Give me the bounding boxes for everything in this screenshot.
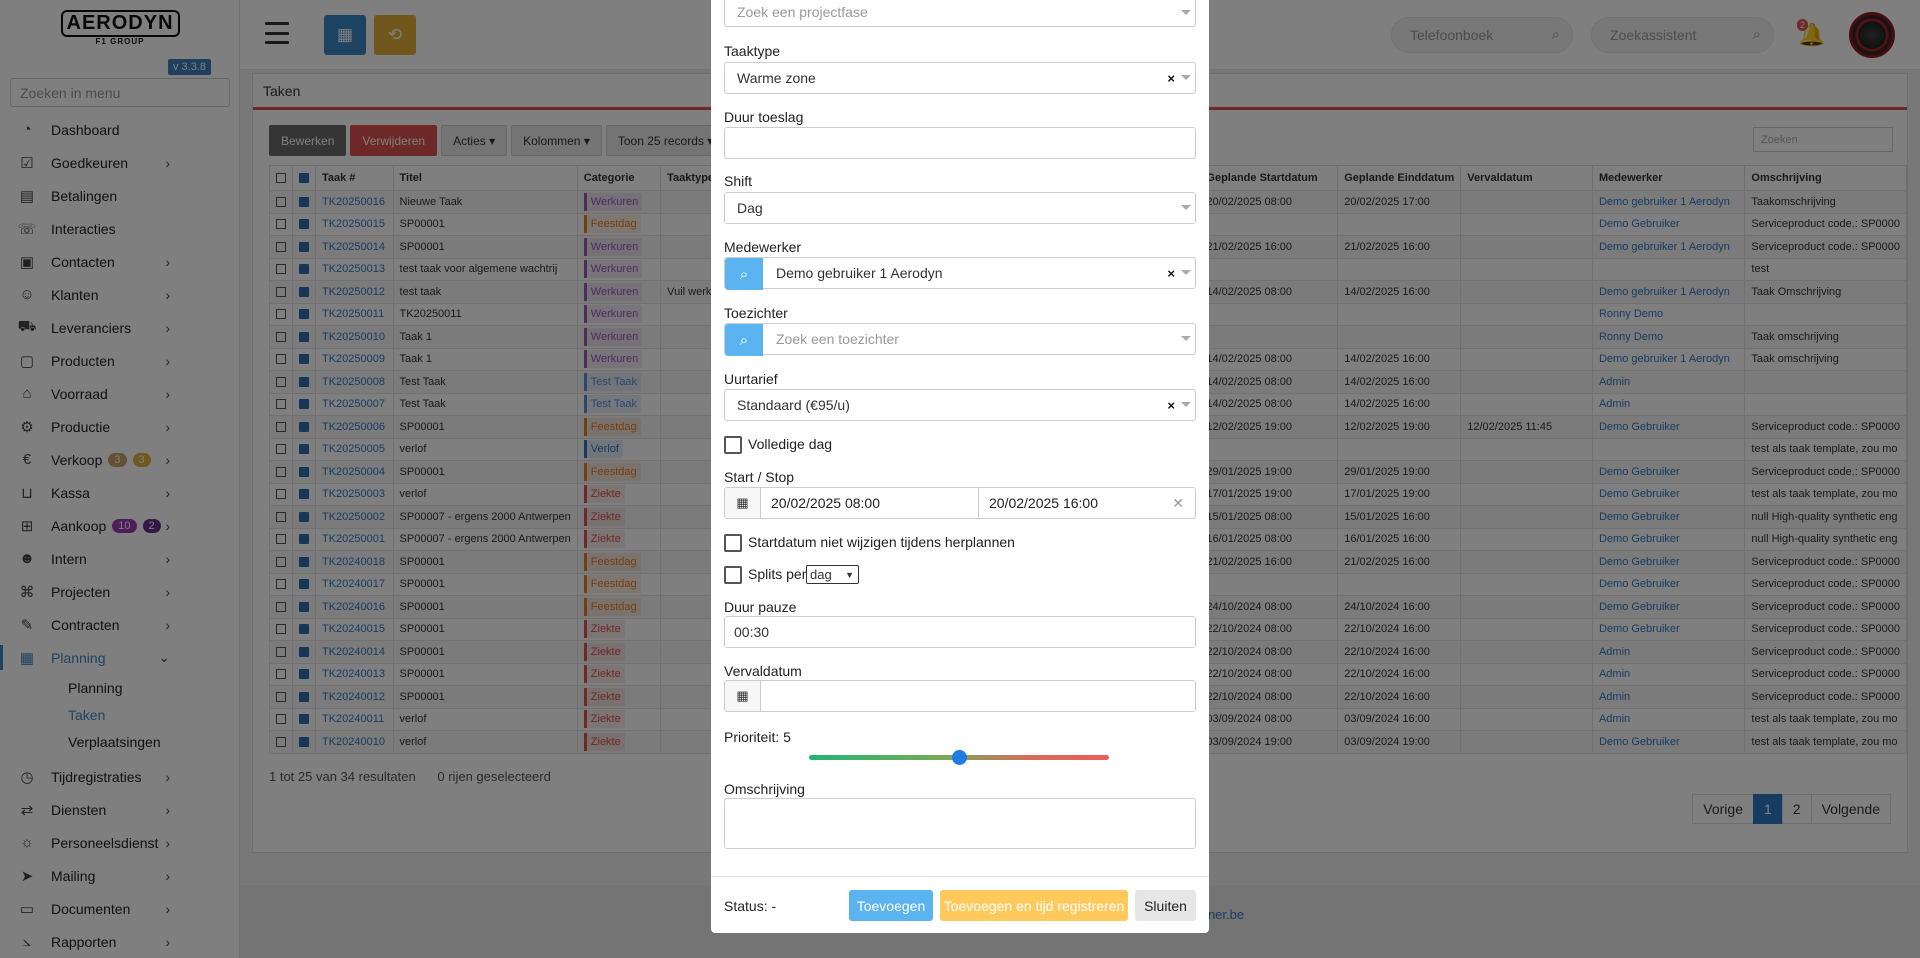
calendar-icon[interactable]: ▦ xyxy=(724,680,761,712)
volledige-dag-checkbox[interactable] xyxy=(724,436,742,454)
split-label: Splits per xyxy=(748,566,807,582)
no-change-start-checkbox[interactable] xyxy=(724,534,742,552)
chevron-down-icon xyxy=(1181,205,1191,210)
prioriteit-slider[interactable] xyxy=(809,750,1109,765)
vervaldatum-label: Vervaldatum xyxy=(724,663,802,679)
shift-label: Shift xyxy=(724,173,753,189)
stop-date-input[interactable]: 20/02/2025 16:00 ✕ xyxy=(978,487,1196,519)
clear-icon[interactable]: × xyxy=(1167,266,1175,281)
add-button[interactable]: Toevoegen xyxy=(849,890,933,921)
taaktype-select[interactable]: Warme zone × xyxy=(724,62,1196,94)
chevron-down-icon xyxy=(1181,75,1191,80)
slider-handle[interactable] xyxy=(952,750,967,765)
search-icon: ⌕ xyxy=(739,331,749,349)
toezichter-placeholder: Zoek een toezichter xyxy=(776,331,899,347)
duur-pauze-input[interactable]: 00:30 xyxy=(724,616,1196,648)
omschrijving-textarea[interactable] xyxy=(724,798,1196,849)
search-icon: ⌕ xyxy=(739,265,749,283)
task-modal: Zoek een projectfase Taaktype Warme zone… xyxy=(711,0,1209,933)
no-change-start-label: Startdatum niet wijzigen tijdens herplan… xyxy=(748,534,1015,550)
duur-toeslag-label: Duur toeslag xyxy=(724,109,804,125)
chevron-down-icon: ▼ xyxy=(845,569,854,580)
medewerker-value: Demo gebruiker 1 Aerodyn xyxy=(776,265,943,281)
search-button[interactable]: ⌕ xyxy=(725,258,763,290)
close-button[interactable]: Sluiten xyxy=(1135,890,1196,921)
taaktype-label: Taaktype xyxy=(724,43,781,59)
taaktype-value: Warme zone xyxy=(737,70,816,86)
clear-icon[interactable]: ✕ xyxy=(1172,495,1184,512)
projectfase-placeholder: Zoek een projectfase xyxy=(737,4,868,20)
uurtarief-value: Standaard (€95/u) xyxy=(737,397,850,413)
vervaldatum-input[interactable] xyxy=(760,680,1196,712)
omschrijving-label: Omschrijving xyxy=(724,781,805,797)
medewerker-select[interactable]: ⌕ Demo gebruiker 1 Aerodyn × xyxy=(724,257,1196,290)
clear-icon[interactable]: × xyxy=(1167,71,1175,86)
projectfase-select[interactable]: Zoek een projectfase xyxy=(724,0,1196,27)
chevron-down-icon xyxy=(1181,336,1191,341)
clear-icon[interactable]: × xyxy=(1167,398,1175,413)
duur-toeslag-input[interactable] xyxy=(724,127,1196,159)
status-text: Status: - xyxy=(724,898,777,914)
split-checkbox[interactable] xyxy=(724,566,742,584)
duur-pauze-label: Duur pauze xyxy=(724,599,797,615)
shift-select[interactable]: Dag xyxy=(724,192,1196,224)
search-button[interactable]: ⌕ xyxy=(725,324,763,356)
prioriteit-label: Prioriteit: 5 xyxy=(724,729,791,745)
chevron-down-icon xyxy=(1181,10,1191,15)
stop-date-value: 20/02/2025 16:00 xyxy=(989,495,1098,511)
uurtarief-select[interactable]: Standaard (€95/u) × xyxy=(724,389,1196,421)
chevron-down-icon xyxy=(1181,402,1191,407)
chevron-down-icon xyxy=(1181,270,1191,275)
shift-value: Dag xyxy=(737,200,763,216)
start-stop-label: Start / Stop xyxy=(724,469,795,485)
modal-footer-divider xyxy=(711,876,1209,877)
start-date-input[interactable]: 20/02/2025 08:00 xyxy=(760,487,979,519)
split-unit-value: dag xyxy=(810,567,832,582)
calendar-icon[interactable]: ▦ xyxy=(724,487,761,519)
toezichter-select[interactable]: ⌕ Zoek een toezichter xyxy=(724,323,1196,356)
toezichter-label: Toezichter xyxy=(724,305,788,321)
volledige-dag-label: Volledige dag xyxy=(748,436,833,452)
uurtarief-label: Uurtarief xyxy=(724,371,778,387)
add-and-register-time-button[interactable]: Toevoegen en tijd registreren xyxy=(940,890,1128,921)
split-unit-select[interactable]: dag ▼ xyxy=(806,565,859,584)
medewerker-label: Medewerker xyxy=(724,239,802,255)
